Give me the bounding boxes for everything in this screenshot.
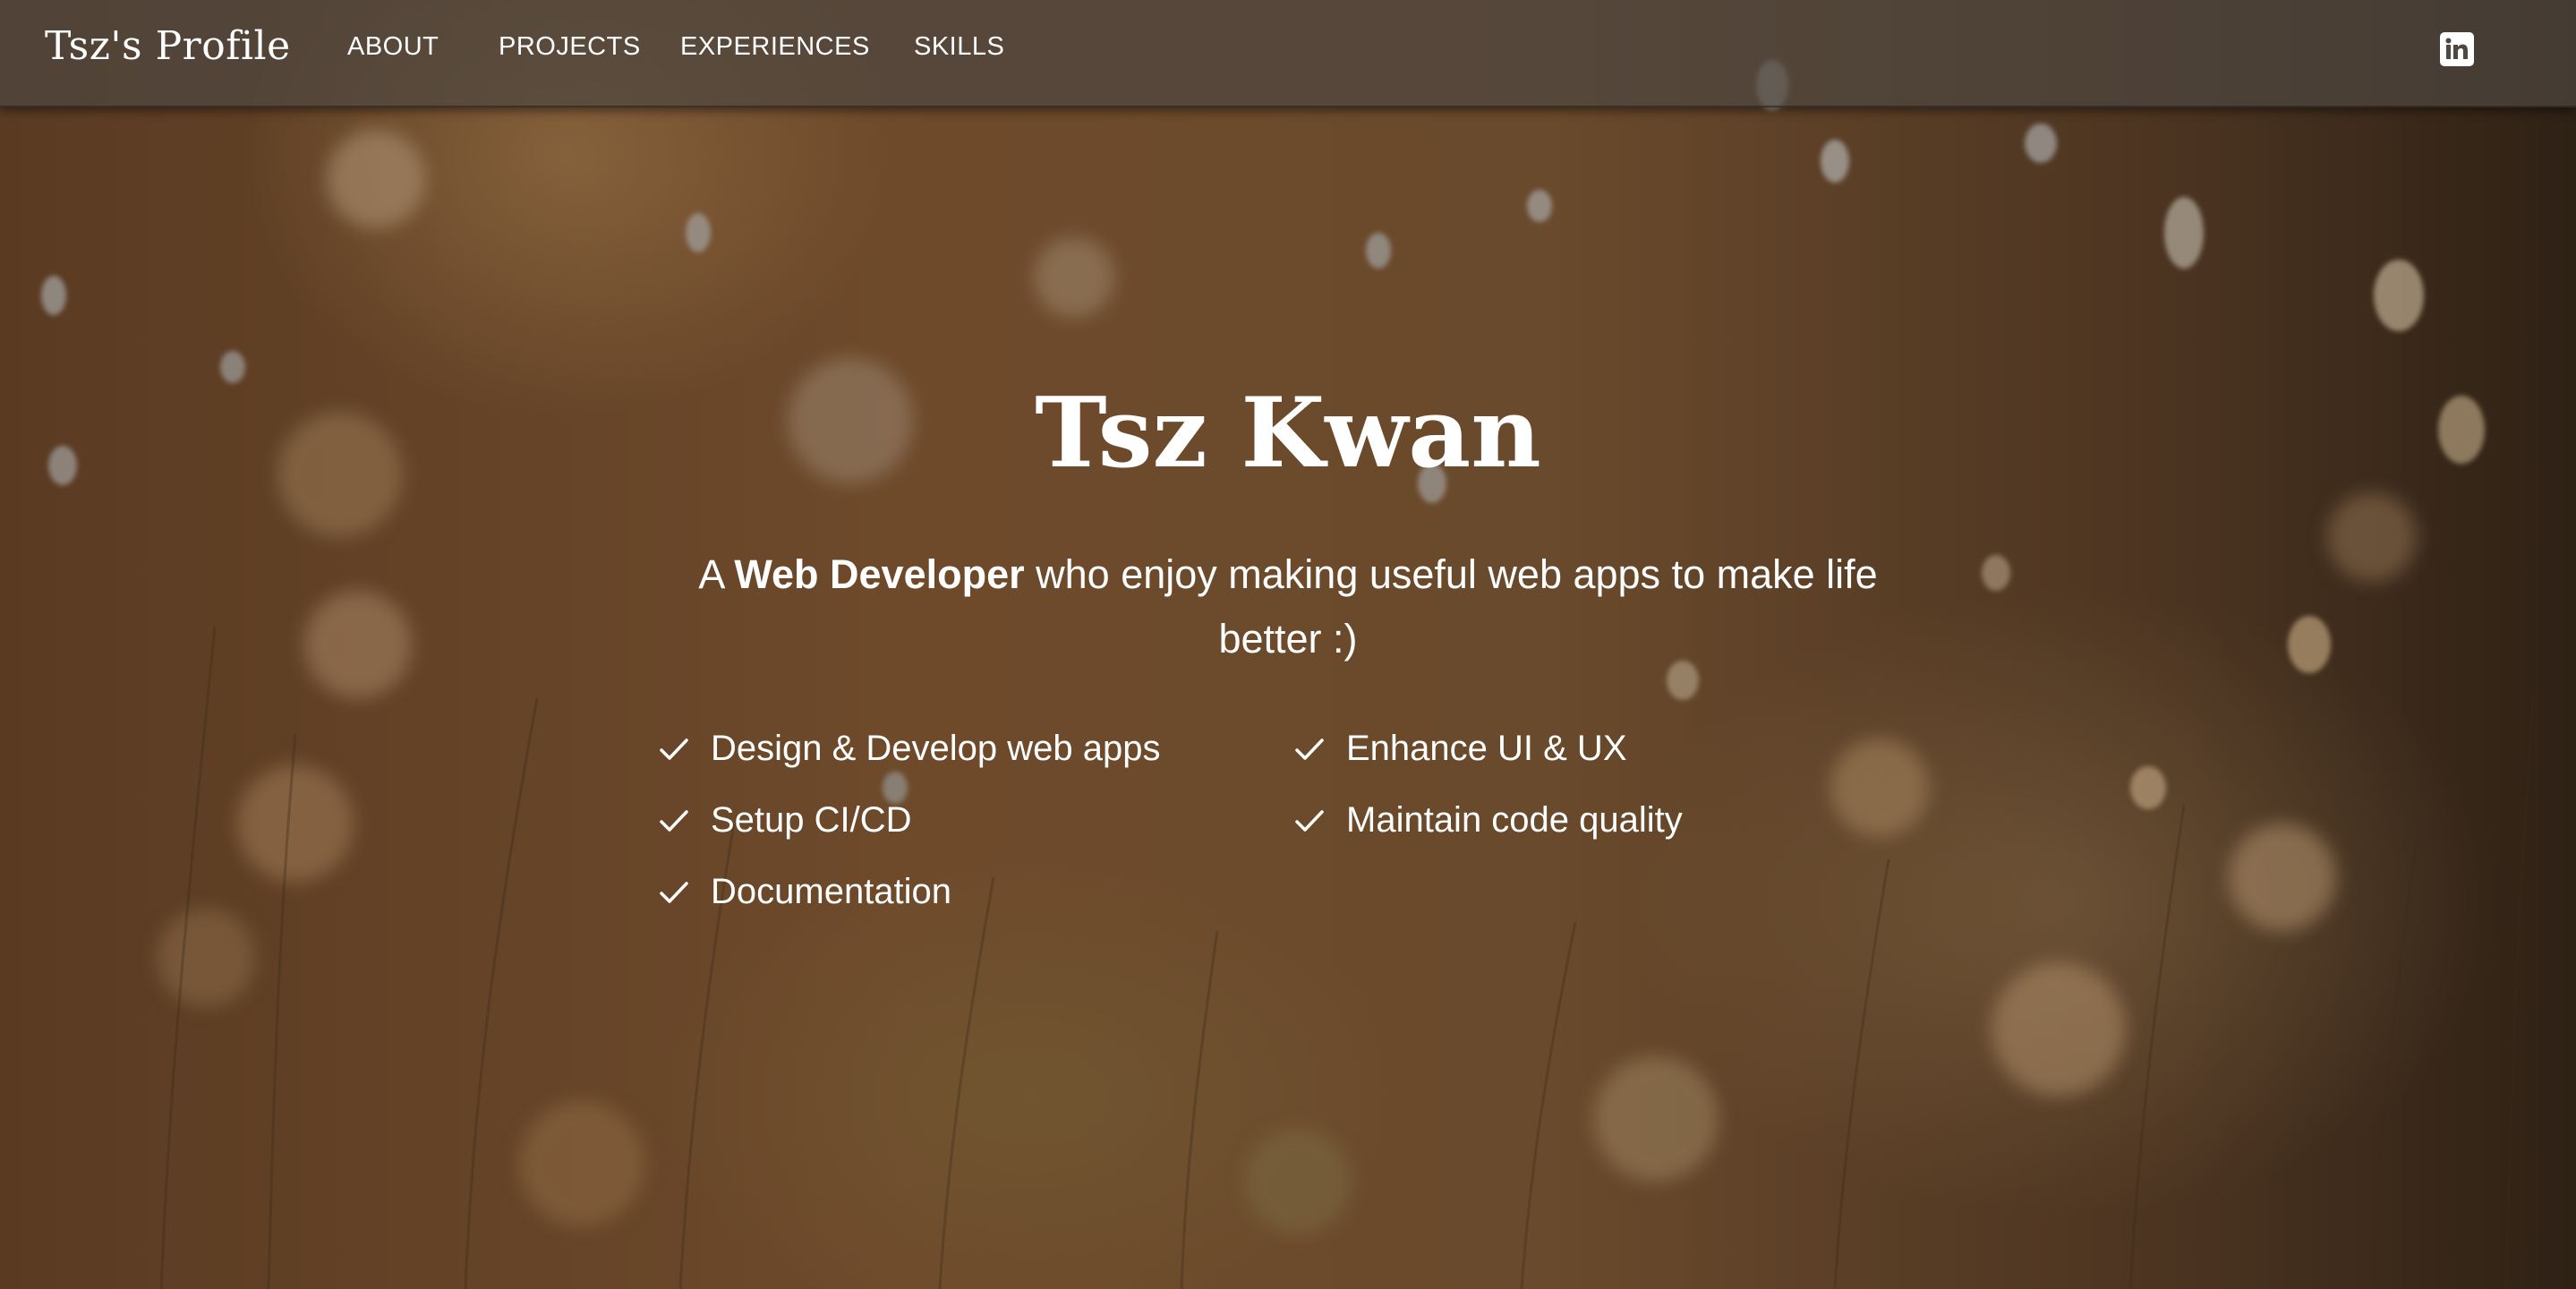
hero-subtitle: A Web Developer who enjoy making useful … bbox=[661, 542, 1915, 671]
nav-link-about[interactable]: ABOUT bbox=[347, 32, 439, 62]
skill-item: Maintain code quality bbox=[1292, 800, 1683, 841]
skill-label: Design & Develop web apps bbox=[711, 729, 1161, 768]
nav-link-skills[interactable]: SKILLS bbox=[914, 32, 1004, 62]
skill-item: Documentation bbox=[657, 872, 951, 912]
hero-name: Tsz Kwan bbox=[1035, 377, 1541, 490]
top-navbar: Tsz's Profile ABOUT PROJECTS EXPERIENCES… bbox=[0, 0, 2576, 107]
skill-item: Setup CI/CD bbox=[657, 800, 912, 841]
hero-section: Tsz Kwan A Web Developer who enjoy makin… bbox=[0, 0, 2576, 1289]
brand-title[interactable]: Tsz's Profile bbox=[45, 23, 291, 69]
check-icon bbox=[1292, 732, 1326, 766]
skill-label: Maintain code quality bbox=[1346, 800, 1683, 840]
check-icon bbox=[1292, 804, 1326, 838]
nav-link-projects[interactable]: PROJECTS bbox=[499, 32, 641, 62]
check-icon bbox=[657, 875, 691, 909]
subtitle-role: Web Developer bbox=[734, 551, 1025, 597]
nav-link-experiences[interactable]: EXPERIENCES bbox=[680, 32, 870, 62]
skill-label: Enhance UI & UX bbox=[1346, 729, 1627, 768]
subtitle-prefix: A bbox=[698, 551, 735, 597]
skill-label: Setup CI/CD bbox=[711, 800, 912, 840]
check-icon bbox=[657, 732, 691, 766]
skill-item: Enhance UI & UX bbox=[1292, 729, 1627, 769]
skill-item: Design & Develop web apps bbox=[657, 729, 1161, 769]
subtitle-suffix: who enjoy making useful web apps to make… bbox=[1024, 551, 1878, 662]
skill-label: Documentation bbox=[711, 872, 952, 911]
linkedin-icon[interactable] bbox=[2440, 32, 2474, 66]
check-icon bbox=[657, 804, 691, 838]
